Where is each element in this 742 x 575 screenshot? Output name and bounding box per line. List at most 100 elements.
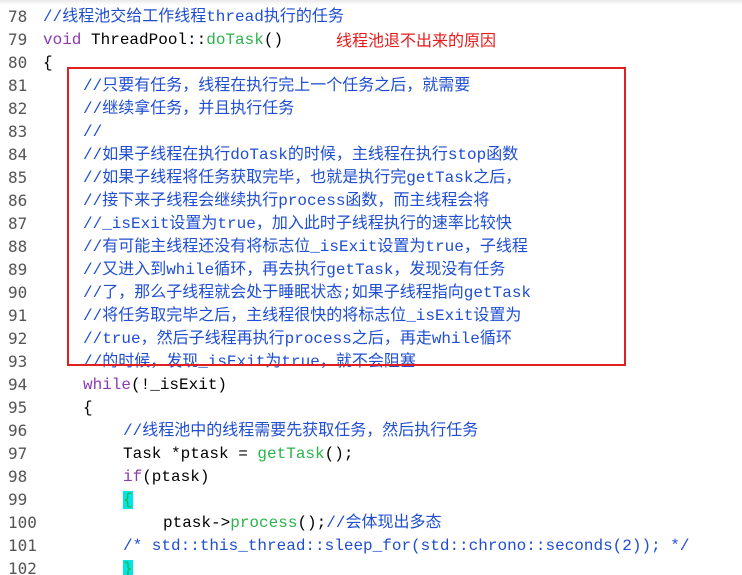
code-text: //如果子线程将任务获取完毕，也就是执行完getTask之后，: [83, 168, 521, 188]
line-number: 102: [8, 559, 37, 575]
keyword-token: void: [43, 31, 82, 49]
code-text: //又进入到while循环，再去执行getTask，发现没有任务: [83, 260, 505, 280]
code-line[interactable]: 95 {: [0, 396, 742, 419]
code-text: //线程池中的线程需要先获取任务，然后执行任务: [123, 421, 478, 441]
red-annotation-text: 线程池退不出来的原因: [336, 31, 497, 50]
code-text: //线程池交给工作线程thread执行的任务: [43, 7, 344, 27]
code-line[interactable]: 80 {: [0, 51, 742, 74]
line-number: 78: [8, 7, 28, 26]
keyword-token: if: [123, 468, 143, 486]
line-number: 84: [8, 145, 28, 164]
code-token: (): [263, 31, 284, 49]
line-number: 94: [8, 375, 28, 394]
code-text: {: [123, 490, 133, 510]
code-text: //了，那么子线程就会处于睡眠状态;如果子线程指向getTask: [83, 283, 531, 303]
line-number: 99: [8, 490, 28, 509]
code-token: (!_isExit): [131, 376, 228, 394]
function-token: doTask: [206, 31, 264, 49]
function-token: process: [230, 514, 298, 532]
code-line[interactable]: 97 Task *ptask = getTask();: [0, 442, 742, 465]
code-text: void ThreadPool::doTask(): [43, 30, 283, 50]
code-text: //如果子线程在执行doTask的时候，主线程在执行stop函数: [83, 145, 518, 165]
line-number: 101: [8, 536, 37, 555]
code-token: ();: [324, 445, 354, 463]
code-line[interactable]: 89 //又进入到while循环，再去执行getTask，发现没有任务: [0, 258, 742, 281]
code-token: (ptask): [142, 468, 210, 486]
comment-token: //: [83, 123, 103, 141]
line-number: 82: [8, 99, 28, 118]
code-line[interactable]: 93 //的时候，发现_isExit为true，就不会阻塞: [0, 350, 742, 373]
code-editor[interactable]: 78 //线程池交给工作线程thread执行的任务 79 void ThreadPoo…: [0, 0, 742, 575]
code-token: Task *ptask =: [123, 445, 258, 463]
comment-token: //线程池交给工作线程thread执行的任务: [43, 8, 344, 26]
code-text: //只要有任务，线程在执行完上一个任务之后，就需要: [83, 76, 470, 96]
line-number: 98: [8, 467, 28, 486]
code-text: //_isExit设置为true，加入此时子线程执行的速率比较快: [83, 214, 512, 234]
code-text: //将任务取完毕之后，主线程很快的将标志位_isExit设置为: [83, 306, 521, 326]
code-line[interactable]: 94 while(!_isExit): [0, 373, 742, 396]
code-text: Task *ptask = getTask();: [123, 444, 353, 464]
line-number: 85: [8, 168, 28, 187]
comment-token: //接下来子线程会继续执行process函数，而主线程会将: [83, 192, 490, 210]
code-line[interactable]: 98 if(ptask): [0, 465, 742, 488]
comment-token: //线程池中的线程需要先获取任务，然后执行任务: [123, 422, 479, 440]
code-line[interactable]: 90 //了，那么子线程就会处于睡眠状态;如果子线程指向getTask: [0, 281, 742, 304]
code-text: //有可能主线程还没有将标志位_isExit设置为true，子线程: [83, 237, 528, 257]
line-number: 83: [8, 122, 28, 141]
comment-token: //的时候，发现_isExit为true，就不会阻塞: [83, 353, 416, 371]
code-token: {: [83, 399, 93, 417]
code-line[interactable]: 83 //: [0, 120, 742, 143]
code-line[interactable]: 101 /* std::this_thread::sleep_for(std::c…: [0, 534, 742, 557]
code-token: {: [43, 54, 53, 72]
code-line[interactable]: 82 //继续拿任务，并且执行任务: [0, 97, 742, 120]
code-line[interactable]: 96 //线程池中的线程需要先获取任务，然后执行任务: [0, 419, 742, 442]
code-token: ();: [297, 514, 327, 532]
code-text: while(!_isExit): [83, 375, 227, 395]
code-line[interactable]: 91 //将任务取完毕之后，主线程很快的将标志位_isExit设置为: [0, 304, 742, 327]
code-text: {: [43, 53, 53, 73]
code-text: //: [83, 122, 102, 142]
code-line[interactable]: 102}: [0, 557, 742, 575]
line-number: 86: [8, 191, 28, 210]
code-line[interactable]: 84 //如果子线程在执行doTask的时候，主线程在执行stop函数: [0, 143, 742, 166]
code-line[interactable]: 100 ptask->process();//会体现出多态: [0, 511, 742, 534]
code-text: //的时候，发现_isExit为true，就不会阻塞: [83, 352, 416, 372]
line-number: 100: [8, 513, 37, 532]
comment-token: //将任务取完毕之后，主线程很快的将标志位_isExit设置为: [83, 307, 522, 325]
comment-token: //继续拿任务，并且执行任务: [83, 100, 295, 118]
line-number: 92: [8, 329, 28, 348]
code-line[interactable]: 88 //有可能主线程还没有将标志位_isExit设置为true，子线程: [0, 235, 742, 258]
code-text: ptask->process();//会体现出多态: [163, 513, 441, 533]
comment-token: //_isExit设置为true，加入此时子线程执行的速率比较快: [83, 215, 512, 233]
line-number: 95: [8, 398, 28, 417]
code-line[interactable]: 86 //接下来子线程会继续执行process函数，而主线程会将: [0, 189, 742, 212]
comment-token: //true，然后子线程再执行process之后，再走while循环: [83, 330, 512, 348]
code-token: ThreadPool::: [81, 31, 207, 49]
code-line[interactable]: 92 //true，然后子线程再执行process之后，再走while循环: [0, 327, 742, 350]
matched-brace-token: {: [123, 491, 133, 509]
function-token: getTask: [257, 445, 325, 463]
comment-token: /* std::this_thread::sleep_for(std::chro…: [123, 537, 690, 555]
code-line[interactable]: 87 //_isExit设置为true，加入此时子线程执行的速率比较快: [0, 212, 742, 235]
code-text: /* std::this_thread::sleep_for(std::chro…: [123, 536, 690, 556]
line-number: 93: [8, 352, 28, 371]
code-text: //true，然后子线程再执行process之后，再走while循环: [83, 329, 512, 349]
line-number: 89: [8, 260, 28, 279]
code-line[interactable]: 78 //线程池交给工作线程thread执行的任务: [0, 5, 742, 28]
code-text: }: [123, 559, 133, 575]
keyword-token: while: [83, 376, 132, 394]
line-number: 96: [8, 421, 28, 440]
line-number: 97: [8, 444, 28, 463]
comment-token: //如果子线程在执行doTask的时候，主线程在执行stop函数: [83, 146, 519, 164]
code-line[interactable]: 81 //只要有任务，线程在执行完上一个任务之后，就需要: [0, 74, 742, 97]
comment-token: //了，那么子线程就会处于睡眠状态;如果子线程指向getTask: [83, 284, 532, 302]
line-number: 80: [8, 53, 28, 72]
code-text: {: [83, 398, 93, 418]
line-number: 91: [8, 306, 28, 325]
comment-token: //如果子线程将任务获取完毕，也就是执行完getTask之后，: [83, 169, 522, 187]
code-line[interactable]: 99 {: [0, 488, 742, 511]
line-number: 79: [8, 30, 28, 49]
code-line[interactable]: 85 //如果子线程将任务获取完毕，也就是执行完getTask之后，: [0, 166, 742, 189]
code-token: ptask->: [163, 514, 231, 532]
line-number: 81: [8, 76, 28, 95]
